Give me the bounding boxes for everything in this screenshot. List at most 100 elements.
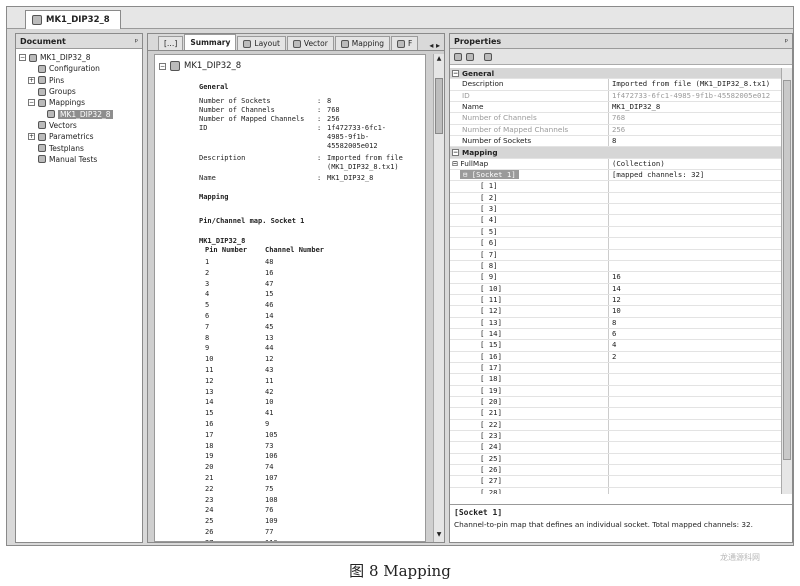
table-row: 17 105 bbox=[205, 431, 278, 439]
property-category[interactable]: − General bbox=[450, 68, 783, 80]
channel-number-cell: 110 bbox=[265, 539, 278, 541]
pin-number-cell: 26 bbox=[205, 528, 214, 536]
editor-tab[interactable]: Summary bbox=[184, 34, 237, 50]
channel-number-cell: 46 bbox=[265, 301, 274, 310]
property-key: [ 23] bbox=[480, 431, 502, 440]
property-row[interactable]: [ 17] bbox=[450, 362, 783, 375]
table-row: 24 76 bbox=[205, 506, 273, 514]
property-key: Number of Mapped Channels bbox=[462, 124, 569, 134]
property-key-cell: [ 21] bbox=[450, 408, 609, 419]
pin-number-cell: 4 bbox=[205, 290, 210, 299]
collapse-icon[interactable]: − bbox=[452, 69, 459, 77]
property-row[interactable]: [ 12] 10 bbox=[450, 306, 783, 318]
tree-item[interactable]: Groups bbox=[16, 86, 142, 97]
property-row[interactable]: [ 23] bbox=[450, 431, 783, 443]
tree-item[interactable]: Manual Tests bbox=[16, 154, 142, 165]
property-value bbox=[609, 420, 783, 430]
property-row[interactable]: [ 7] bbox=[450, 249, 783, 261]
pin-table-header: Pin Number Channel Number bbox=[205, 246, 324, 254]
collapse-icon bbox=[28, 122, 35, 129]
sort-alpha-icon[interactable] bbox=[466, 52, 474, 61]
properties-title: Properties bbox=[454, 36, 502, 46]
property-row[interactable]: [ 28] bbox=[450, 487, 783, 494]
property-row[interactable]: [ 11] 12 bbox=[450, 294, 783, 307]
property-row[interactable]: [ 19] bbox=[450, 385, 783, 397]
expand-icon[interactable]: + bbox=[28, 133, 35, 141]
property-row[interactable]: [ 9] 16 bbox=[450, 272, 783, 284]
table-row: 4 15 bbox=[205, 290, 273, 298]
editor-tab[interactable]: Vector bbox=[286, 36, 334, 50]
property-row[interactable]: [ 24] bbox=[450, 442, 783, 454]
tree-item[interactable]: Testplans bbox=[16, 142, 142, 153]
editor-tab[interactable]: […] bbox=[158, 36, 184, 50]
property-row[interactable]: [ 25] bbox=[450, 453, 783, 466]
property-key: [ 4] bbox=[480, 215, 498, 225]
pin-icon[interactable]: ᵖ bbox=[785, 37, 788, 46]
property-row[interactable]: [ 26] bbox=[450, 465, 783, 477]
pin-number-cell: 18 bbox=[205, 441, 214, 450]
property-key-cell: [ 13] bbox=[450, 317, 609, 328]
property-row[interactable]: [ 4] bbox=[450, 215, 783, 227]
property-row[interactable]: Number of Mapped Channels 256 bbox=[450, 124, 783, 137]
property-row[interactable]: ⊟ [Socket 1] [mapped channels: 32] bbox=[450, 170, 783, 182]
property-category[interactable]: − Mapping bbox=[450, 147, 783, 159]
property-row[interactable]: [ 3] bbox=[450, 204, 783, 216]
property-row[interactable]: [ 6] bbox=[450, 238, 783, 250]
property-row[interactable]: [ 2] bbox=[450, 192, 783, 205]
editor-tab[interactable]: Mapping bbox=[334, 36, 390, 50]
tree-item[interactable]: Vectors bbox=[16, 120, 142, 131]
tree-item[interactable]: + Parametrics bbox=[16, 131, 142, 142]
property-row[interactable]: [ 27] bbox=[450, 476, 783, 488]
tree-item[interactable]: − MK1_DIP32_8 bbox=[16, 52, 142, 63]
properties-scrollbar[interactable] bbox=[781, 68, 792, 494]
property-row[interactable]: ⊟ FullMap (Collection) bbox=[450, 158, 783, 171]
property-key-cell: [ 8] bbox=[450, 260, 609, 272]
property-row[interactable]: [ 21] bbox=[450, 408, 783, 420]
categorized-icon[interactable] bbox=[454, 52, 462, 61]
property-row[interactable]: [ 1] bbox=[450, 181, 783, 193]
expand-icon[interactable]: + bbox=[28, 76, 35, 84]
document-tab[interactable]: MK1_DIP32_8 bbox=[25, 10, 121, 29]
collapse-icon[interactable]: − bbox=[452, 149, 459, 157]
property-key: [ 22] bbox=[480, 419, 502, 429]
editor-tab[interactable]: F bbox=[390, 36, 419, 50]
tree-item[interactable]: + Pins bbox=[16, 75, 142, 86]
channel-number-cell: 74 bbox=[265, 463, 274, 472]
collapse-icon[interactable]: − bbox=[19, 54, 26, 62]
editor-scrollbar[interactable]: ▲ ▼ bbox=[433, 54, 444, 542]
scroll-down-icon[interactable]: ▼ bbox=[435, 531, 443, 541]
editor-tab[interactable]: Layout bbox=[237, 36, 286, 50]
property-row[interactable]: [ 16] 2 bbox=[450, 351, 783, 363]
property-row[interactable]: [ 8] bbox=[450, 260, 783, 273]
scroll-up-icon[interactable]: ▲ bbox=[435, 55, 443, 65]
collapse-icon[interactable]: − bbox=[28, 99, 35, 107]
property-row[interactable]: [ 5] bbox=[450, 226, 783, 239]
collapse-icon[interactable]: − bbox=[159, 62, 166, 70]
scroll-thumb[interactable] bbox=[435, 78, 443, 134]
property-row[interactable]: [ 14] 6 bbox=[450, 328, 783, 341]
property-row[interactable]: [ 20] bbox=[450, 396, 783, 409]
pin-icon[interactable]: ᵖ bbox=[135, 37, 138, 46]
property-row[interactable]: [ 15] 4 bbox=[450, 340, 783, 352]
tab-scroll-arrows[interactable]: ◂ ▸ bbox=[429, 41, 444, 50]
tree-item[interactable]: − Mappings bbox=[16, 97, 142, 108]
property-key: [ 1] bbox=[480, 181, 498, 191]
property-row[interactable]: Number of Sockets 8 bbox=[450, 136, 783, 148]
property-row[interactable]: [ 18] bbox=[450, 374, 783, 386]
property-row[interactable]: [ 22] bbox=[450, 419, 783, 431]
property-value bbox=[609, 261, 783, 271]
property-row[interactable]: Name MK1_DIP32_8 bbox=[450, 102, 783, 114]
table-row: 14 10 bbox=[205, 398, 273, 406]
document-panel-title: Document bbox=[20, 36, 66, 46]
property-key: Description bbox=[462, 79, 504, 89]
property-row[interactable]: Description Imported from file (MK1_DIP32… bbox=[450, 79, 783, 91]
property-row[interactable]: [ 10] 14 bbox=[450, 283, 783, 295]
property-row[interactable]: [ 13] 8 bbox=[450, 317, 783, 329]
property-row[interactable]: ID 1f472733-6fc1-4985-9f1b-45582005e012 bbox=[450, 90, 783, 103]
property-row[interactable]: Number of Channels 768 bbox=[450, 113, 783, 125]
table-row: 1 48 bbox=[205, 258, 273, 266]
property-pages-icon[interactable] bbox=[484, 52, 492, 61]
properties-scroll-thumb[interactable] bbox=[783, 80, 791, 460]
tree-item[interactable]: MK1_DIP32_8 bbox=[16, 108, 142, 119]
tree-item[interactable]: Configuration bbox=[16, 63, 142, 74]
